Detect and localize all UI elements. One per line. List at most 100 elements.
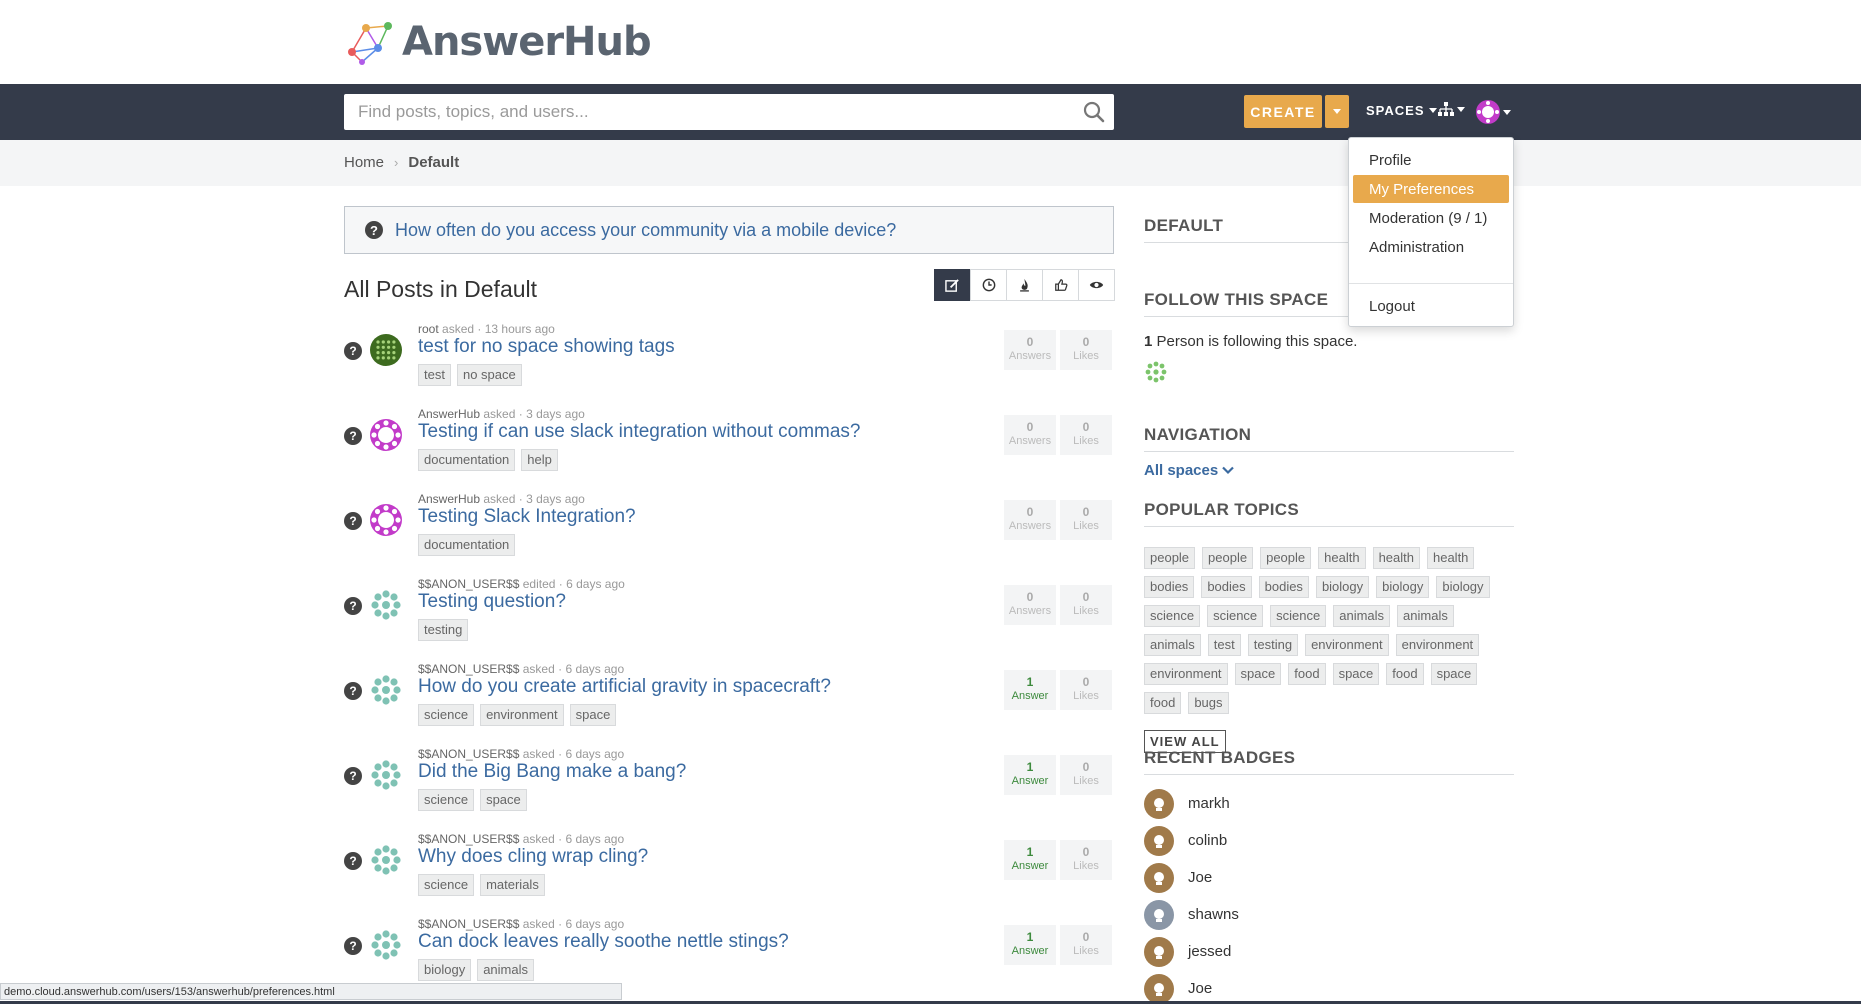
post-author[interactable]: $$ANON_USER$$ (418, 747, 519, 761)
topic-tag[interactable]: animals (1333, 605, 1391, 627)
poll-question[interactable]: How often do you access your community v… (395, 220, 896, 241)
create-dropdown-toggle[interactable] (1325, 95, 1349, 128)
tag[interactable]: materials (480, 874, 545, 896)
topic-tag[interactable]: space (1332, 663, 1380, 685)
post-author[interactable]: $$ANON_USER$$ (418, 577, 519, 591)
badge-user-name[interactable]: Joe (1188, 869, 1212, 886)
avatar[interactable] (370, 504, 402, 536)
topic-tag[interactable]: space (1430, 663, 1478, 685)
topic-tag[interactable]: environment (1144, 663, 1228, 685)
topic-tag[interactable]: health (1426, 547, 1475, 569)
tag[interactable]: testing (418, 619, 469, 641)
avatar[interactable] (370, 844, 402, 876)
post-title-link[interactable]: Can dock leaves really soothe nettle sti… (418, 931, 789, 953)
sitemap-menu-button[interactable] (1438, 101, 1465, 117)
tag[interactable]: environment (480, 704, 564, 726)
tag[interactable]: animals (477, 959, 534, 981)
sort-active-button[interactable] (970, 269, 1007, 301)
topic-tag[interactable]: bodies (1144, 576, 1195, 598)
menu-item-my-preferences[interactable]: My Preferences (1353, 175, 1509, 203)
spaces-menu-button[interactable]: SPACES (1366, 103, 1437, 118)
post-author[interactable]: $$ANON_USER$$ (418, 917, 519, 931)
follower-avatar[interactable] (1144, 360, 1168, 384)
tag[interactable]: science (418, 789, 475, 811)
badge-item[interactable]: markh (1144, 785, 1514, 822)
avatar[interactable] (370, 419, 402, 451)
tag[interactable]: documentation (418, 534, 516, 556)
user-menu-button[interactable] (1476, 100, 1511, 124)
topic-tag[interactable]: bodies (1201, 576, 1252, 598)
menu-item-administration[interactable]: Administration (1353, 233, 1509, 261)
avatar[interactable] (370, 334, 402, 366)
badge-item[interactable]: colinb (1144, 822, 1514, 859)
post-title-link[interactable]: Testing if can use slack integration wit… (418, 421, 861, 443)
tag[interactable]: documentation (418, 449, 516, 471)
badge-user-name[interactable]: shawns (1188, 906, 1239, 923)
post-author[interactable]: AnswerHub (418, 492, 480, 506)
search-input[interactable] (344, 95, 1074, 129)
badge-item[interactable]: jessed (1144, 933, 1514, 970)
tag[interactable]: no space (456, 364, 522, 386)
badge-item[interactable]: Joe (1144, 859, 1514, 896)
badge-user-name[interactable]: jessed (1188, 943, 1231, 960)
all-spaces-link[interactable]: All spaces (1144, 462, 1514, 479)
topic-tag[interactable]: food (1386, 663, 1424, 685)
badge-user-name[interactable]: Joe (1188, 980, 1212, 997)
topic-tag[interactable]: animals (1397, 605, 1454, 627)
sort-most-viewed-button[interactable] (1078, 269, 1115, 301)
sort-hottest-button[interactable] (1006, 269, 1043, 301)
tag[interactable]: space (480, 789, 527, 811)
poll-banner[interactable]: ? How often do you access your community… (344, 206, 1114, 254)
topic-tag[interactable]: health (1372, 547, 1420, 569)
sort-most-voted-button[interactable] (1042, 269, 1079, 301)
badge-user-name[interactable]: markh (1188, 795, 1230, 812)
topic-tag[interactable]: science (1144, 605, 1201, 627)
post-author[interactable]: $$ANON_USER$$ (418, 832, 519, 846)
badge-item[interactable]: shawns (1144, 896, 1514, 933)
tag[interactable]: test (418, 364, 451, 386)
post-title-link[interactable]: How do you create artificial gravity in … (418, 676, 831, 698)
post-title-link[interactable]: Testing Slack Integration? (418, 506, 636, 528)
topic-tag[interactable]: animals (1144, 634, 1201, 656)
post-title-link[interactable]: Did the Big Bang make a bang? (418, 761, 686, 783)
topic-tag[interactable]: science (1270, 605, 1327, 627)
topic-tag[interactable]: test (1207, 634, 1241, 656)
topic-tag[interactable]: food (1288, 663, 1326, 685)
topic-tag[interactable]: space (1234, 663, 1282, 685)
avatar[interactable] (370, 929, 402, 961)
tag[interactable]: science (418, 874, 475, 896)
topic-tag[interactable]: testing (1247, 634, 1299, 656)
breadcrumb-home[interactable]: Home (344, 154, 384, 171)
post-title-link[interactable]: Why does cling wrap cling? (418, 846, 648, 868)
avatar[interactable] (370, 674, 402, 706)
topic-tag[interactable]: people (1202, 547, 1254, 569)
topic-tag[interactable]: people (1260, 547, 1312, 569)
topic-tag[interactable]: food (1144, 692, 1182, 714)
create-button[interactable]: CREATE (1244, 95, 1322, 128)
brand-logo[interactable]: AnswerHub (344, 14, 652, 70)
topic-tag[interactable]: biology (1436, 576, 1490, 598)
search-icon[interactable] (1074, 94, 1114, 130)
topic-tag[interactable]: biology (1376, 576, 1430, 598)
post-title-link[interactable]: test for no space showing tags (418, 336, 675, 358)
avatar[interactable] (370, 759, 402, 791)
avatar[interactable] (370, 589, 402, 621)
tag[interactable]: space (569, 704, 617, 726)
topic-tag[interactable]: environment (1395, 634, 1480, 656)
post-title-link[interactable]: Testing question? (418, 591, 566, 613)
menu-item-moderation[interactable]: Moderation (9 / 1) (1353, 204, 1509, 232)
sort-newest-button[interactable] (934, 269, 971, 301)
menu-item-logout[interactable]: Logout (1353, 292, 1509, 320)
tag[interactable]: science (418, 704, 475, 726)
badge-user-name[interactable]: colinb (1188, 832, 1227, 849)
tag[interactable]: help (521, 449, 558, 471)
topic-tag[interactable]: bodies (1258, 576, 1309, 598)
topic-tag[interactable]: environment (1305, 634, 1389, 656)
post-author[interactable]: root (418, 322, 439, 336)
menu-item-profile[interactable]: Profile (1353, 146, 1509, 174)
topic-tag[interactable]: biology (1315, 576, 1370, 598)
topic-tag[interactable]: health (1318, 547, 1366, 569)
post-author[interactable]: AnswerHub (418, 407, 480, 421)
tag[interactable]: biology (418, 959, 472, 981)
topic-tag[interactable]: bugs (1188, 692, 1229, 714)
